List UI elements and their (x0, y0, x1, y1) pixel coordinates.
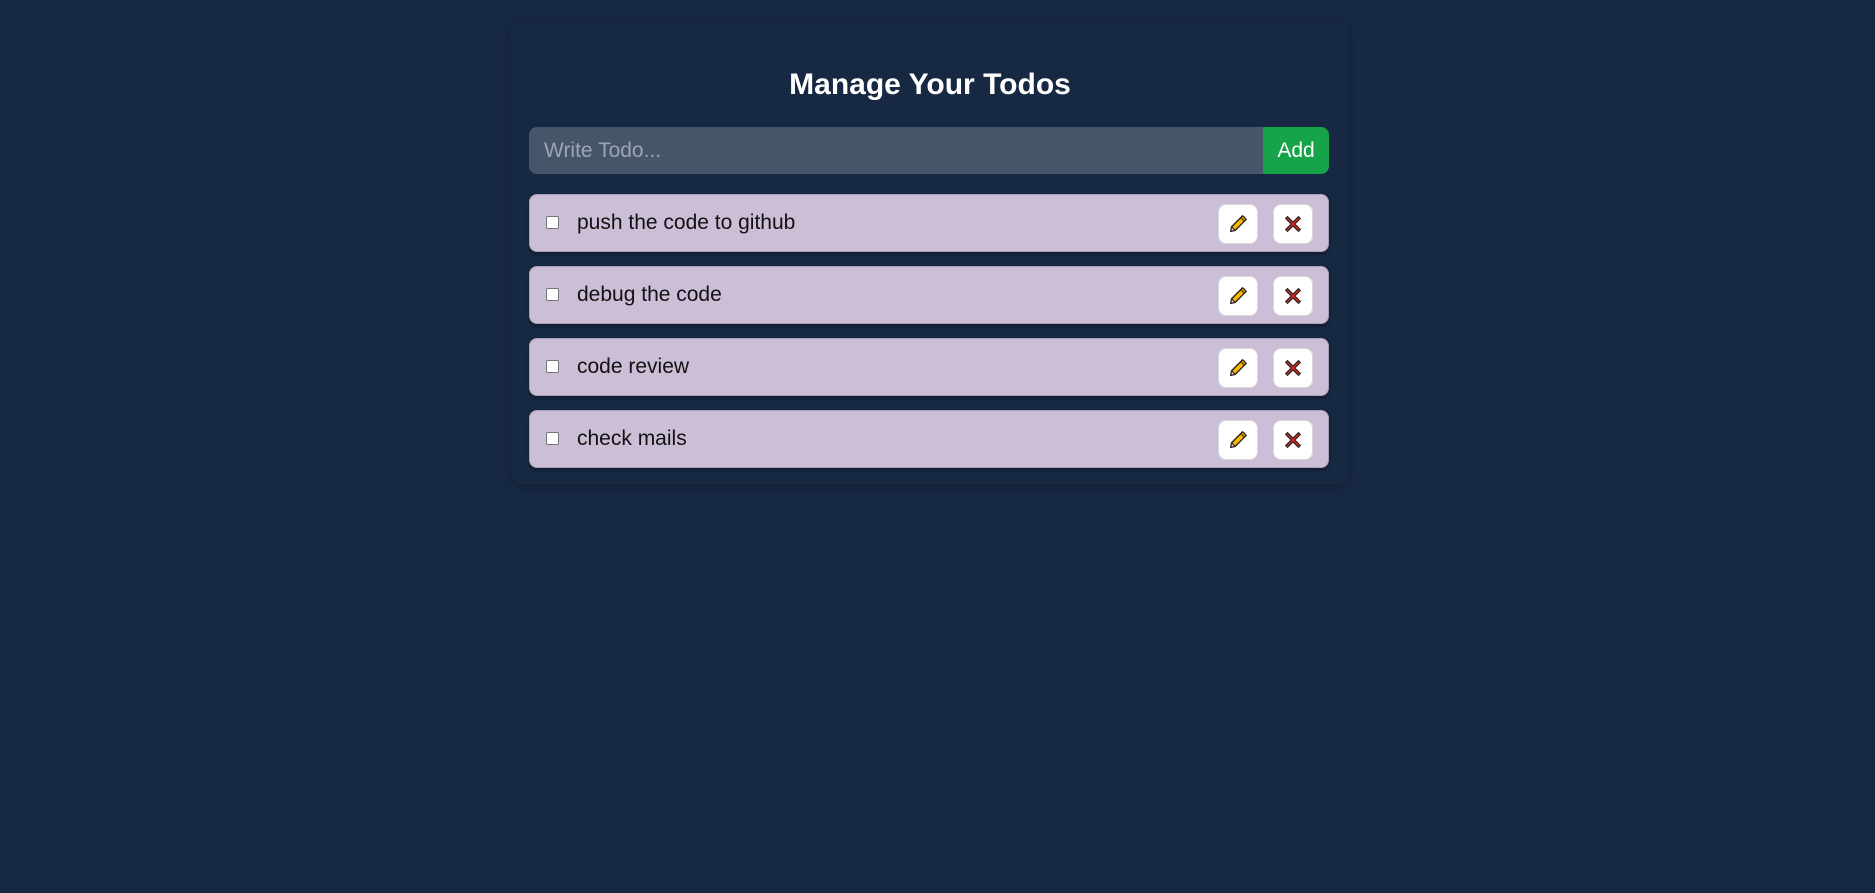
cross-mark-icon (1282, 285, 1304, 307)
todo-checkbox[interactable] (546, 432, 559, 445)
pencil-icon (1227, 429, 1249, 451)
todo-text[interactable]: push the code to github (577, 211, 795, 235)
delete-button[interactable] (1273, 204, 1313, 244)
todo-text[interactable]: code review (577, 355, 689, 379)
todo-item: push the code to github (529, 194, 1329, 252)
todo-item: check mails (529, 410, 1329, 468)
todo-checkbox[interactable] (546, 360, 559, 373)
todo-item: debug the code (529, 266, 1329, 324)
pencil-icon (1227, 357, 1249, 379)
edit-button[interactable] (1218, 348, 1258, 388)
todo-form: Add (529, 127, 1329, 174)
edit-button[interactable] (1218, 276, 1258, 316)
todo-checkbox[interactable] (546, 216, 559, 229)
pencil-icon (1227, 213, 1249, 235)
todo-checkbox[interactable] (546, 288, 559, 301)
todo-item: code review (529, 338, 1329, 396)
edit-button[interactable] (1218, 420, 1258, 460)
pencil-icon (1227, 285, 1249, 307)
todo-text[interactable]: debug the code (577, 283, 722, 307)
delete-button[interactable] (1273, 276, 1313, 316)
todo-list: push the code to github debug the code c… (529, 194, 1329, 482)
delete-button[interactable] (1273, 348, 1313, 388)
cross-mark-icon (1282, 357, 1304, 379)
edit-button[interactable] (1218, 204, 1258, 244)
cross-mark-icon (1282, 429, 1304, 451)
cross-mark-icon (1282, 213, 1304, 235)
page-title: Manage Your Todos (789, 68, 1071, 101)
add-button[interactable]: Add (1263, 127, 1329, 174)
todo-text[interactable]: check mails (577, 427, 687, 451)
todo-input[interactable] (529, 127, 1263, 174)
delete-button[interactable] (1273, 420, 1313, 460)
